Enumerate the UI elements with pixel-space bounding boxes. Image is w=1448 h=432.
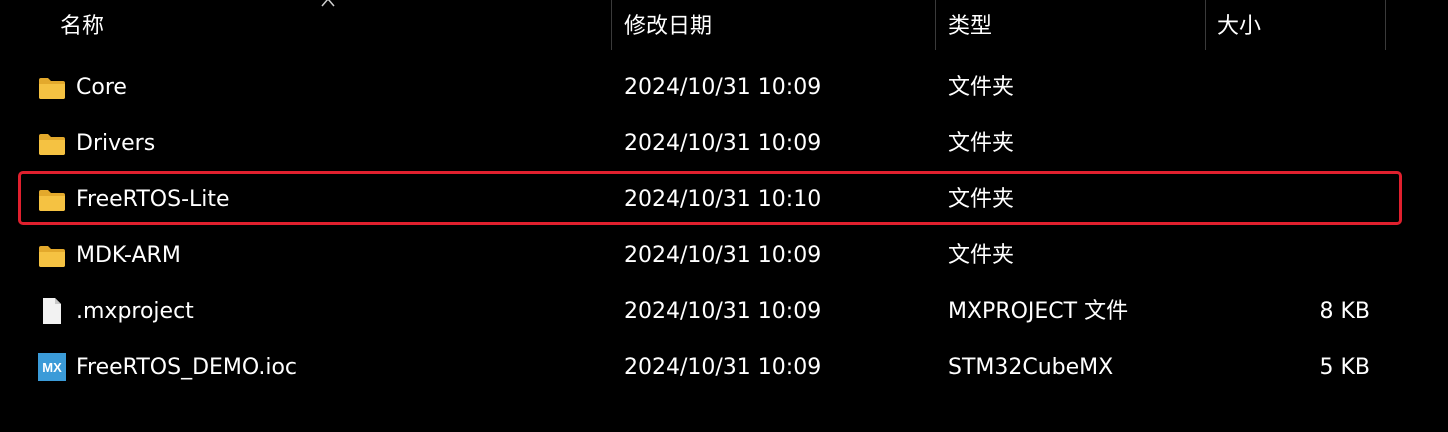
file-row[interactable]: Core 2024/10/31 10:09 文件夹	[20, 62, 1404, 114]
file-name: MDK-ARM	[76, 243, 181, 268]
file-type: STM32CubeMX	[948, 355, 1114, 380]
file-name: FreeRTOS_DEMO.ioc	[76, 355, 297, 380]
stm32cubemx-icon: MX	[38, 353, 66, 381]
folder-icon	[39, 246, 65, 267]
file-row[interactable]: Drivers 2024/10/31 10:09 文件夹	[20, 118, 1404, 170]
file-row[interactable]: MX FreeRTOS_DEMO.ioc 2024/10/31 10:09 ST…	[20, 342, 1404, 394]
file-row[interactable]: .mxproject 2024/10/31 10:09 MXPROJECT 文件…	[20, 286, 1404, 338]
column-header-size[interactable]: 大小	[1217, 0, 1261, 50]
column-header-type[interactable]: 类型	[948, 0, 992, 50]
file-name: Core	[76, 75, 127, 100]
folder-icon	[39, 134, 65, 155]
file-name: Drivers	[76, 131, 156, 156]
column-divider[interactable]	[1205, 0, 1206, 50]
column-divider[interactable]	[611, 0, 612, 50]
column-divider[interactable]	[1385, 0, 1386, 50]
file-date: 2024/10/31 10:09	[624, 131, 822, 156]
column-header-row: 名称 修改日期 类型 大小	[0, 0, 1448, 52]
file-date: 2024/10/31 10:09	[624, 355, 822, 380]
file-size	[1250, 62, 1370, 114]
sort-up-icon	[321, 0, 335, 7]
file-size	[1250, 174, 1370, 226]
folder-icon	[39, 190, 65, 211]
file-type: 文件夹	[948, 187, 1015, 212]
folder-icon	[39, 78, 65, 99]
file-name: .mxproject	[76, 299, 194, 324]
mx-badge-text: MX	[42, 360, 62, 375]
file-row[interactable]: FreeRTOS-Lite 2024/10/31 10:10 文件夹	[20, 174, 1404, 226]
file-date: 2024/10/31 10:09	[624, 75, 822, 100]
column-header-date[interactable]: 修改日期	[624, 0, 712, 50]
file-icon	[43, 298, 61, 324]
file-explorer-view: 名称 修改日期 类型 大小 Core 2024/10/31 10:09 文件夹 …	[0, 0, 1448, 432]
file-type: 文件夹	[948, 131, 1015, 156]
file-size	[1250, 230, 1370, 282]
column-header-name[interactable]: 名称	[60, 0, 104, 50]
file-type: MXPROJECT 文件	[948, 299, 1129, 324]
file-date: 2024/10/31 10:10	[624, 187, 822, 212]
file-date: 2024/10/31 10:09	[624, 299, 822, 324]
column-divider[interactable]	[935, 0, 936, 50]
file-row[interactable]: MDK-ARM 2024/10/31 10:09 文件夹	[20, 230, 1404, 282]
file-type: 文件夹	[948, 75, 1015, 100]
file-size	[1250, 118, 1370, 170]
file-date: 2024/10/31 10:09	[624, 243, 822, 268]
file-size: 8 KB	[1319, 299, 1370, 324]
file-name: FreeRTOS-Lite	[76, 187, 230, 212]
file-size: 5 KB	[1319, 355, 1370, 380]
file-type: 文件夹	[948, 243, 1015, 268]
